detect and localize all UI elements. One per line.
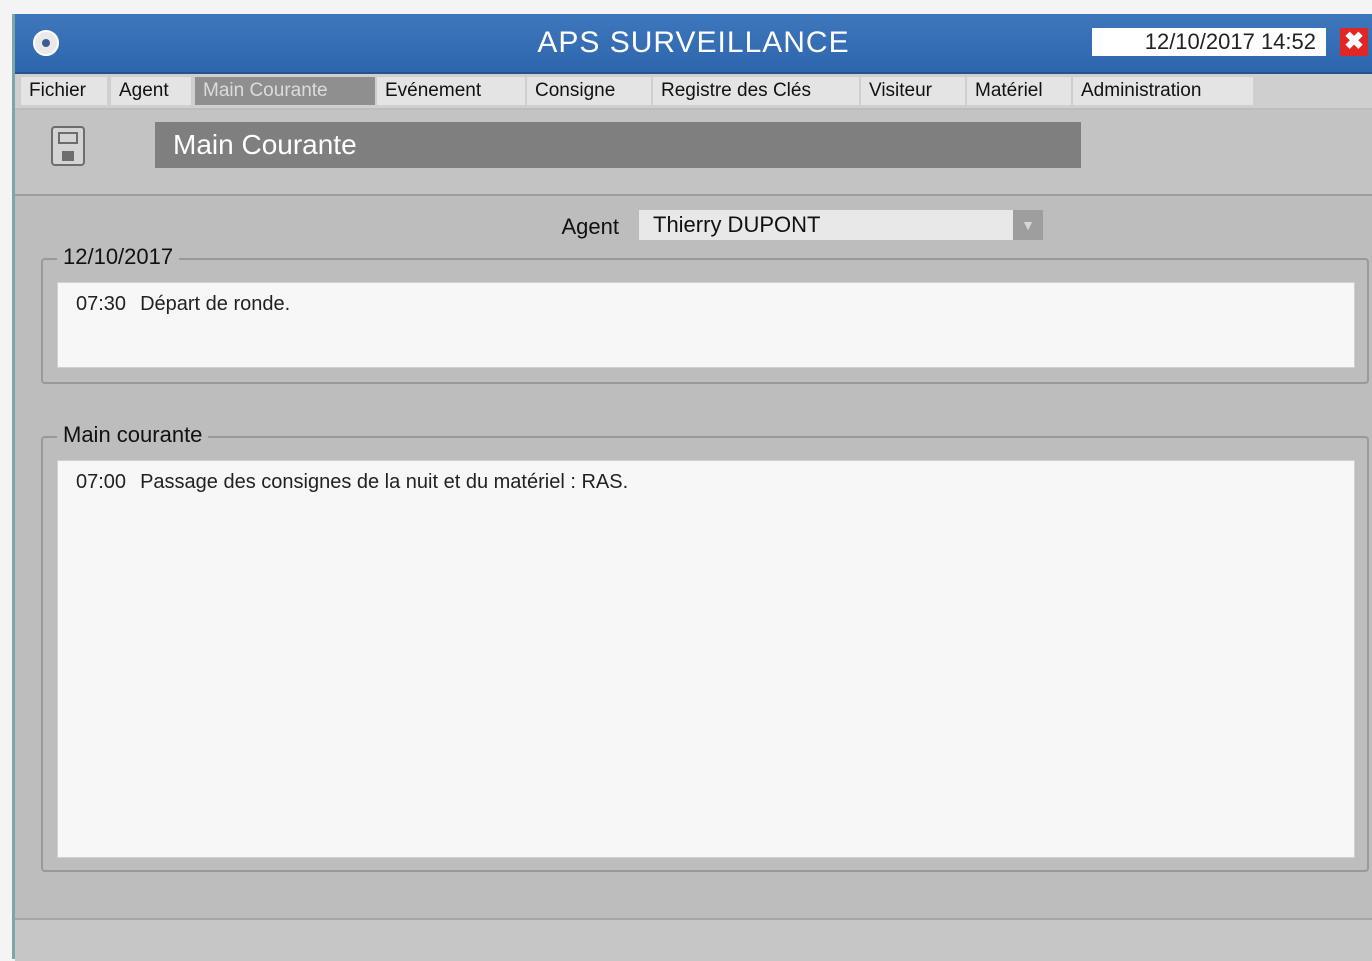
app-window: APS SURVEILLANCE 12/10/2017 14:52 ✖ Fich…: [12, 14, 1372, 961]
entry-text: Passage des consignes de la nuit et du m…: [140, 471, 629, 493]
datetime-display: 12/10/2017 14:52: [1092, 28, 1326, 56]
close-button[interactable]: ✖: [1340, 28, 1368, 56]
floppy-disk-label-area: [58, 132, 78, 144]
page-title: Main Courante: [155, 122, 1081, 168]
agent-select-value: Thierry DUPONT: [653, 212, 821, 237]
day-log-legend: 12/10/2017: [57, 244, 180, 270]
status-bar: [15, 918, 1372, 961]
main-log-legend: Main courante: [57, 422, 209, 448]
entry-text: Départ de ronde.: [140, 293, 291, 315]
menu-item-registre-des-cles[interactable]: Registre des Clés: [653, 77, 859, 105]
day-log-group: 12/10/2017 07:30 Départ de ronde.: [41, 244, 1369, 384]
floppy-disk-shutter: [62, 151, 74, 161]
agent-select[interactable]: Thierry DUPONT ▼: [639, 210, 1043, 240]
day-log-entry: 07:30 Départ de ronde.: [76, 293, 290, 316]
menu-item-fichier[interactable]: Fichier: [21, 77, 107, 105]
main-log-textbox[interactable]: 07:00 Passage des consignes de la nuit et…: [57, 460, 1355, 858]
menu-bar: Fichier Agent Main Courante Evénement Co…: [15, 74, 1372, 108]
menu-item-agent[interactable]: Agent: [111, 77, 191, 105]
menu-item-materiel[interactable]: Matériel: [967, 77, 1071, 105]
menu-item-visiteur[interactable]: Visiteur: [861, 77, 965, 105]
menu-item-main-courante[interactable]: Main Courante: [195, 77, 375, 105]
main-log-group: Main courante 07:00 Passage des consignes…: [41, 422, 1369, 872]
main-log-entry: 07:00 Passage des consignes de la nuit et…: [76, 471, 628, 494]
title-bar[interactable]: APS SURVEILLANCE 12/10/2017 14:52 ✖: [15, 14, 1372, 74]
toolbar: Main Courante: [15, 110, 1372, 196]
entry-time: 07:00: [76, 471, 127, 493]
floppy-disk-icon[interactable]: [51, 126, 85, 166]
menu-item-consigne[interactable]: Consigne: [527, 77, 651, 105]
menu-item-administration[interactable]: Administration: [1073, 77, 1253, 105]
menu-item-evenement[interactable]: Evénement: [377, 77, 525, 105]
chevron-down-icon[interactable]: ▼: [1013, 210, 1043, 240]
agent-label: Agent: [561, 214, 620, 239]
entry-time: 07:30: [76, 293, 127, 315]
day-log-textbox[interactable]: 07:30 Départ de ronde.: [57, 282, 1355, 368]
